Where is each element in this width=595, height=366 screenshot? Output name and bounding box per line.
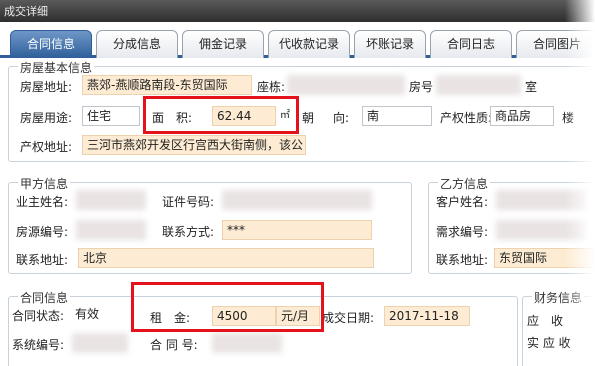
tab-collection-records[interactable]: 代收款记录	[268, 30, 350, 58]
party-a-legend: 甲方信息	[18, 175, 71, 192]
rent-highlight-box	[131, 282, 324, 332]
deed-address-field[interactable]: 三河市燕郊开发区行宫西大街南侧，该公	[82, 135, 306, 155]
use-label: 房屋用途:	[20, 111, 73, 125]
deal-date-label: 成交日期:	[322, 311, 375, 325]
party-a-address-field[interactable]: 北京	[78, 248, 374, 268]
id-number-label: 证件号码:	[162, 195, 215, 209]
use-field[interactable]: 住宅	[82, 106, 140, 126]
tab-baddebt-records[interactable]: 坏账记录	[354, 30, 426, 58]
orientation-label-1: 朝	[302, 111, 315, 125]
window-title: 成交详细	[4, 5, 48, 18]
room-field[interactable]	[436, 75, 521, 95]
contract-no-field[interactable]	[212, 333, 282, 353]
window-titlebar: 成交详细	[0, 0, 595, 22]
system-no-label: 系统编号:	[12, 338, 65, 352]
house-info-legend: 房屋基本信息	[18, 59, 95, 76]
contract-status-field[interactable]: 有效	[70, 304, 126, 324]
contact-label: 联系方式:	[162, 225, 215, 239]
tab-contract-info[interactable]: 合同信息	[10, 30, 92, 58]
tab-strip: 合同信息 分成信息 佣金记录 代收款记录 坏账记录 合同日志 合同图片	[0, 22, 595, 58]
tab-commission-records[interactable]: 佣金记录	[182, 30, 264, 58]
contract-no-label: 合 同 号:	[150, 338, 198, 352]
deed-address-label: 产权地址:	[20, 140, 73, 154]
contract-legend: 合同信息	[18, 289, 71, 306]
party-b-legend: 乙方信息	[438, 175, 491, 192]
address-field[interactable]: 燕郊-燕顺路南段-东贸国际	[82, 75, 252, 95]
room-suffix: 室	[525, 80, 538, 94]
party-b-address-label: 联系地址:	[436, 253, 489, 267]
property-type-label: 产权性质:	[440, 111, 493, 125]
deal-date-field[interactable]: 2017-11-18	[384, 306, 470, 326]
building-field[interactable]	[287, 75, 405, 95]
contact-field[interactable]: ***	[222, 220, 372, 240]
house-source-field[interactable]	[76, 220, 146, 240]
system-no-field[interactable]	[72, 333, 128, 353]
room-label: 房号	[409, 80, 434, 94]
contract-status-label: 合同状态:	[12, 309, 65, 323]
orientation-label-2: 向:	[333, 111, 350, 125]
id-number-field[interactable]	[222, 190, 372, 210]
property-type-field[interactable]: 商品房	[490, 106, 554, 126]
tab-contract-log[interactable]: 合同日志	[430, 30, 512, 58]
owner-name-field[interactable]	[76, 190, 146, 210]
orientation-field[interactable]: 南	[362, 106, 432, 126]
area-highlight-box	[143, 96, 299, 134]
owner-name-label: 业主姓名:	[16, 195, 69, 209]
party-a-address-label: 联系地址:	[16, 253, 69, 267]
receivable-label: 应 收	[527, 314, 564, 328]
address-label: 房屋地址:	[20, 80, 73, 94]
building-label: 座栋:	[257, 80, 286, 94]
tab-commission-split[interactable]: 分成信息	[96, 30, 178, 58]
demand-no-label: 需求编号:	[436, 225, 489, 239]
right-edge-fade	[565, 0, 595, 366]
house-source-label: 房源编号:	[16, 225, 69, 239]
client-name-label: 客户姓名:	[436, 195, 489, 209]
